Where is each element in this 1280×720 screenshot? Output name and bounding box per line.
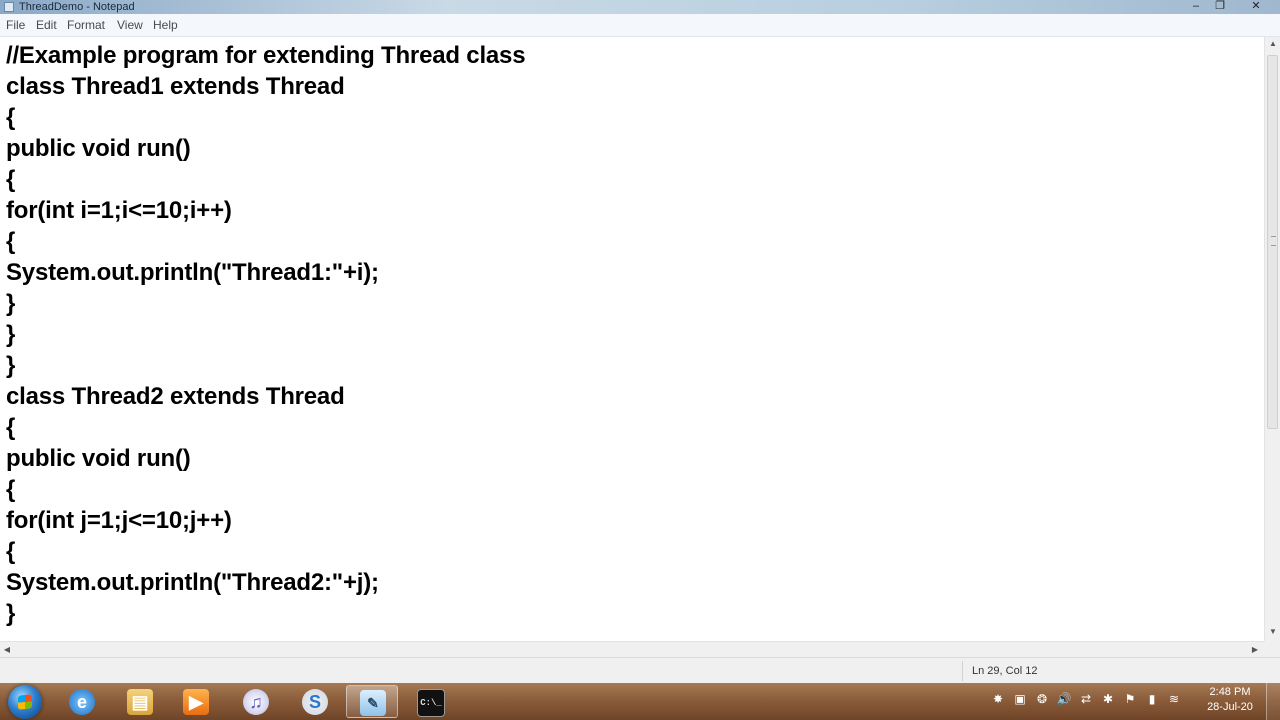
code-line: public void run() [6,445,191,472]
code-line: for(int j=1;j<=10;j++) [6,507,232,534]
status-bar: Ln 29, Col 12 [0,657,1280,683]
action-center-icon[interactable]: ▣ [1012,691,1028,707]
menu-edit[interactable]: Edit [36,14,57,36]
taskbar-itunes-button[interactable]: ♫ [230,685,282,718]
maximize-button[interactable]: ❐ [1210,0,1230,12]
menu-file[interactable]: File [6,14,25,36]
clock-date[interactable]: 28-Jul-20 [1200,700,1260,715]
code-line: public void run() [6,135,191,162]
windows-explorer-icon: ▤ [127,689,153,715]
close-button[interactable]: ✕ [1246,0,1266,12]
notepad-app-icon [4,2,14,12]
title-bar[interactable]: ThreadDemo - Notepad – ❐ ✕ [0,0,1280,14]
bluetooth-icon[interactable]: ✱ [1100,691,1116,707]
flag-icon[interactable]: ⚑ [1122,691,1138,707]
notepad-icon: ✎ [360,690,386,716]
code-line: { [6,476,16,503]
code-line: //Example program for extending Thread c… [6,42,526,69]
code-line: } [6,321,16,348]
menu-view[interactable]: View [117,14,143,36]
skype-icon: S [302,689,328,715]
windows-logo-icon [18,694,32,710]
window-title: ThreadDemo - Notepad [19,1,135,13]
taskbar-notepad-button[interactable]: ✎ [346,685,398,718]
update-icon[interactable]: ❂ [1034,691,1050,707]
vertical-scrollbar[interactable]: ▲ ▼ [1264,37,1280,641]
taskbar-internet-explorer-button[interactable]: e [56,685,108,718]
code-line: System.out.println("Thread2:"+j); [6,569,379,596]
code-line: { [6,228,16,255]
code-line: System.out.println("Thread1:"+i); [6,259,379,286]
avast-icon[interactable]: ✸ [990,691,1006,707]
taskbar-skype-button[interactable]: S [289,685,341,718]
show-desktop-button[interactable] [1266,683,1280,720]
status-divider [962,661,963,681]
scroll-right-arrow-icon[interactable]: ▶ [1248,642,1262,658]
wifi-icon[interactable]: ≋ [1166,691,1182,707]
scroll-down-arrow-icon[interactable]: ▼ [1265,625,1280,639]
cursor-position: Ln 29, Col 12 [972,665,1038,677]
vertical-scroll-thumb[interactable] [1267,55,1278,429]
start-button[interactable] [8,685,42,719]
menu-help[interactable]: Help [153,14,178,36]
horizontal-scrollbar[interactable]: ◀ ▶ [0,641,1264,657]
scroll-up-arrow-icon[interactable]: ▲ [1265,37,1280,51]
minimize-button[interactable]: – [1186,0,1206,12]
code-line: for(int i=1;i<=10;i++) [6,197,232,224]
taskbar-media-player-button[interactable]: ▶ [170,685,222,718]
code-line: { [6,414,16,441]
taskbar-command-prompt-button[interactable]: C:\_ [404,685,456,718]
code-line: class Thread1 extends Thread [6,73,345,100]
text-editor[interactable]: //Example program for extending Thread c… [0,37,1264,641]
network-icon[interactable]: ▮ [1144,691,1160,707]
menu-bar: File Edit Format View Help [0,14,1280,37]
scroll-grip-icon [1271,236,1276,246]
media-player-icon: ▶ [183,689,209,715]
code-line: } [6,600,16,627]
code-line: } [6,352,16,379]
code-line: } [6,290,16,317]
code-line: { [6,166,16,193]
code-line: class Thread2 extends Thread [6,383,345,410]
itunes-icon: ♫ [243,689,269,715]
command-prompt-icon: C:\_ [417,689,445,717]
taskbar-windows-explorer-button[interactable]: ▤ [114,685,166,718]
scrollbar-corner [1264,641,1280,657]
usb-icon[interactable]: ⇄ [1078,691,1094,707]
scroll-left-arrow-icon[interactable]: ◀ [0,642,14,658]
internet-explorer-icon: e [69,689,95,715]
code-line: { [6,538,16,565]
menu-format[interactable]: Format [67,14,105,36]
code-line: { [6,104,16,131]
volume-icon[interactable]: 🔊 [1056,691,1072,707]
clock-time[interactable]: 2:48 PM [1200,685,1260,700]
